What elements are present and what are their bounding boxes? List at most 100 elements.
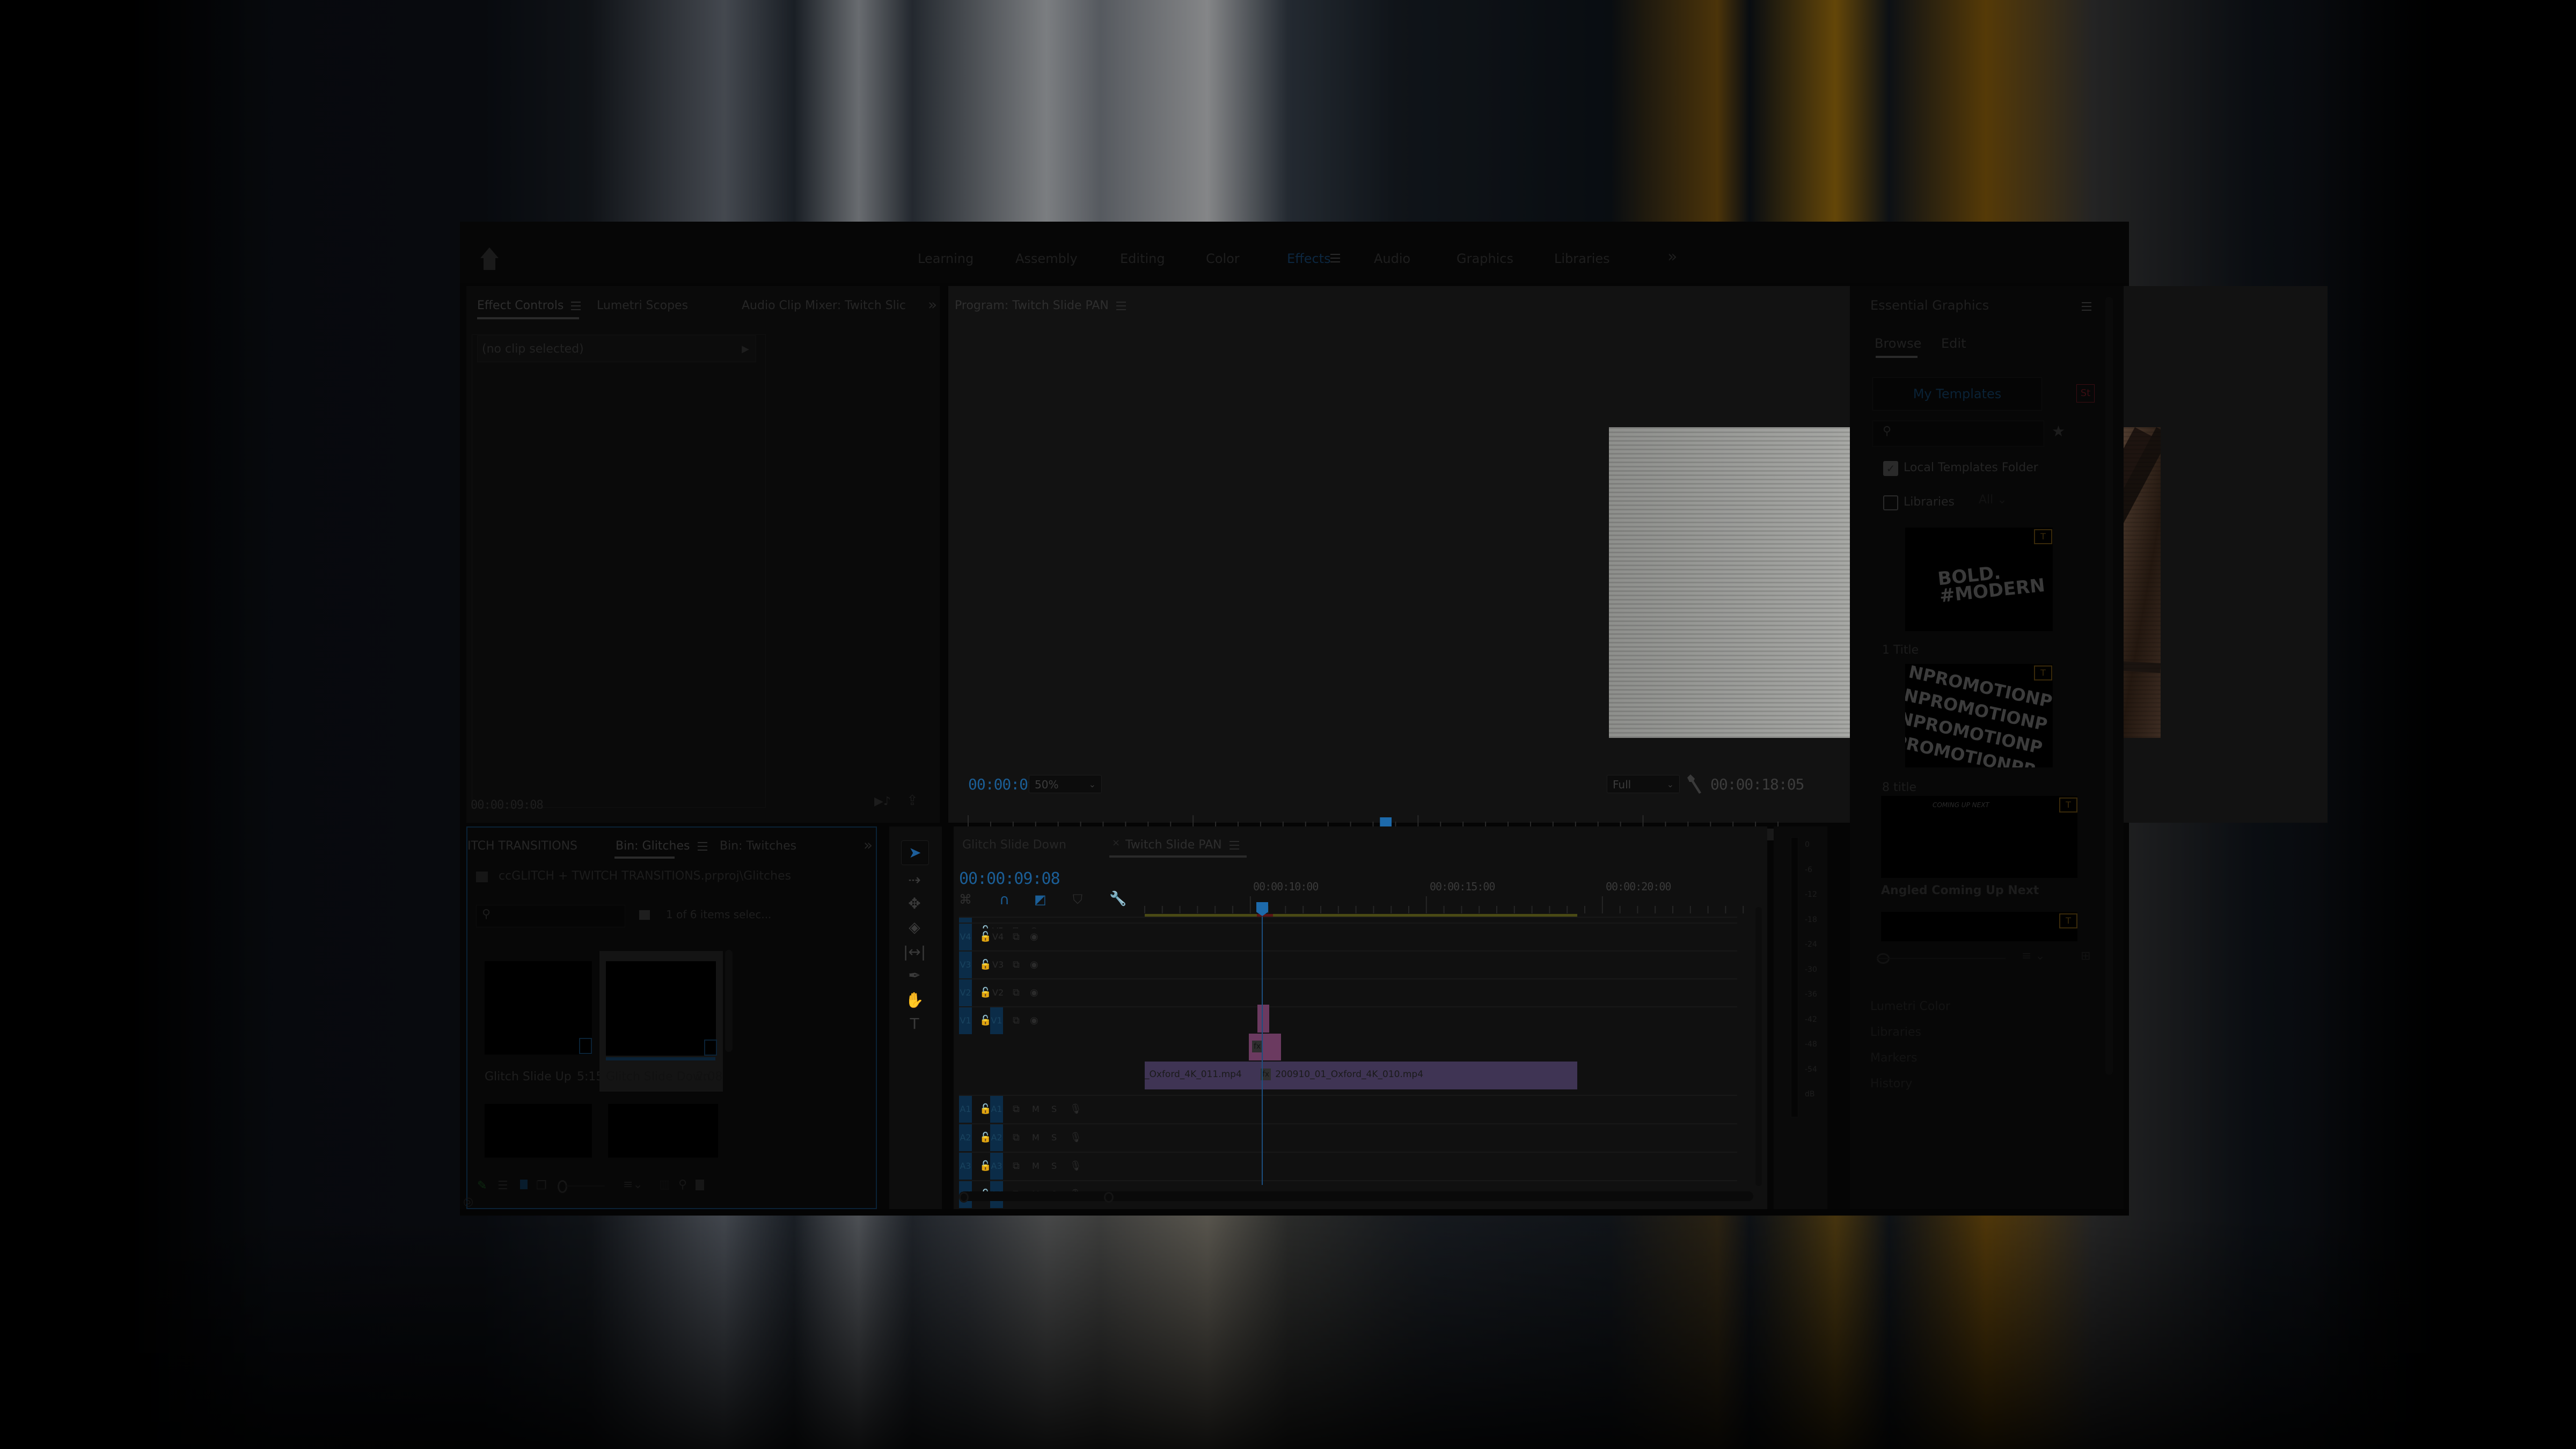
panel-menu-icon[interactable] [697,842,707,851]
source-patch-v3[interactable]: V3 [959,952,972,978]
sync-lock-icon[interactable]: ⧉ [1013,924,1020,950]
bin-scrollbar[interactable] [725,950,733,1052]
mute-button[interactable]: M [1032,1096,1040,1123]
local-templates-checkbox[interactable]: ✓ [1883,461,1898,476]
panel-menu-icon[interactable] [2082,302,2091,311]
solo-button[interactable]: S [1051,1124,1057,1151]
solo-button[interactable]: S [1051,1153,1057,1180]
play-audio-icon[interactable]: ▶♪ [874,795,891,808]
tab-effect-controls[interactable]: Effect Controls [477,299,581,312]
settings-wrench-icon[interactable] [1687,773,1702,795]
toggle-output-eye-icon[interactable]: ◉ [1030,1007,1038,1034]
track-target-v4[interactable]: V4 [992,924,1004,950]
panel-menu-icon[interactable] [1229,841,1239,850]
selection-tool[interactable]: ➤ [901,840,929,865]
workspace-graphics[interactable]: Graphics [1457,251,1513,266]
resolution-dropdown[interactable]: Full ⌄ [1607,775,1680,793]
type-tool[interactable]: T [901,1012,928,1036]
template-thumbnail[interactable]: COMING UP NEXT T [1881,796,2077,878]
list-view-icon[interactable]: ☰ [497,1179,508,1192]
clip-v1-right[interactable]: fx 200910_01_Oxford_4K_010.mp4 [1257,1062,1577,1089]
zoom-slider-track[interactable] [566,1185,605,1187]
timeline-timecode[interactable]: 00:00:09:08 [959,869,1060,888]
more-tabs-icon[interactable]: » [928,296,937,313]
tab-lumetri-scopes[interactable]: Lumetri Scopes [597,299,688,312]
my-templates-button[interactable]: My Templates [1872,377,2042,411]
timeline-horizontal-scrollbar[interactable] [959,1191,1753,1203]
source-patch-v1[interactable]: V1 [959,1007,972,1034]
bin-item-selected[interactable]: Glitch Slide Down 2:08 [599,951,723,1092]
creative-cloud-icon[interactable]: ◎ [463,1195,473,1209]
sync-lock-icon[interactable]: ⧉ [1013,1007,1020,1034]
razor-tool[interactable]: ◈ [901,916,928,939]
workspace-editing[interactable]: Editing [1120,251,1165,266]
workspace-menu-icon[interactable] [1330,254,1340,262]
parent-bin-icon[interactable] [476,872,488,882]
workspace-learning[interactable]: Learning [918,251,974,266]
sync-lock-icon[interactable]: ⧉ [1013,1124,1020,1151]
scroll-handle-left[interactable] [959,1192,969,1203]
favorites-star-icon[interactable]: ★ [2052,422,2065,440]
item-scrub-bar[interactable] [606,1057,715,1060]
template-thumbnail[interactable]: NPROMOTIONP NPROMOTIONP NPROMOTIONP PROMOTI… [1905,664,2053,767]
bin-item-thumbnail[interactable] [608,1104,718,1158]
hand-tool[interactable]: ✋ [901,989,928,1012]
thumbnail-size-slider[interactable] [1877,958,2006,959]
write-protect-icon[interactable]: ✎ [477,1179,487,1192]
find-icon[interactable] [639,910,650,920]
close-tab-icon[interactable]: × [1112,837,1120,848]
scroll-handle-right[interactable] [1104,1192,1114,1203]
solo-button[interactable]: S [1051,1096,1057,1123]
pen-tool[interactable]: ✒ [901,964,928,987]
track-target-a1[interactable]: A1 [990,1096,1003,1123]
voice-over-record-icon[interactable]: 🎙 [1070,1096,1082,1123]
panel-history[interactable]: History [1870,1077,1912,1091]
tab-project[interactable]: ITCH TRANSITIONS [467,839,577,853]
freeform-view-icon[interactable]: ❐ [536,1179,547,1192]
lock-icon[interactable]: 🔓 [979,979,991,1006]
sync-lock-icon[interactable]: ⧉ [1013,979,1020,1006]
workspace-assembly[interactable]: Assembly [1015,251,1078,266]
sync-lock-icon[interactable]: ⧉ [1013,952,1020,978]
more-workspaces-icon[interactable]: » [1667,247,1677,266]
mute-button[interactable]: M [1032,1153,1040,1180]
sort-icons-icon[interactable]: ≡⌄ [623,1178,643,1191]
track-target-v2[interactable]: V2 [992,979,1004,1006]
home-icon[interactable] [480,247,499,270]
sync-lock-icon[interactable]: ⧉ [1013,1153,1020,1180]
find-button-icon[interactable]: ⚲ [678,1178,687,1191]
bin-search-input[interactable]: ⚲ [476,905,625,927]
zoom-level-dropdown[interactable]: 50% ⌄ [1029,775,1102,793]
template-search-input[interactable]: ⚲ [1872,421,2044,447]
toggle-output-eye-icon[interactable]: ◉ [1030,952,1038,978]
clip-v1-left[interactable]: _Oxford_4K_011.mp4 [1145,1062,1257,1089]
panel-markers[interactable]: Markers [1870,1051,1918,1065]
tab-edit[interactable]: Edit [1941,336,1966,351]
source-patch-v4[interactable]: V4 [959,924,972,950]
source-patch-a3[interactable]: A3 [959,1153,972,1180]
source-patch-v2[interactable]: V2 [959,979,972,1006]
icon-view-icon[interactable] [520,1180,528,1189]
lock-icon[interactable]: 🔓 [979,924,991,950]
tab-sequence-glitch-slide-down[interactable]: Glitch Slide Down [962,838,1066,852]
eg-scrollbar[interactable] [2105,297,2113,1075]
sort-menu-icon[interactable]: ≡ ⌄ [2022,949,2045,963]
slip-tool[interactable]: |↔| [901,940,928,964]
track-target-a2[interactable]: A2 [990,1124,1003,1151]
tab-browse[interactable]: Browse [1875,336,1921,351]
source-patch-a1[interactable]: A1 [959,1096,972,1123]
tab-bin-twitches[interactable]: Bin: Twitches [720,839,796,853]
template-thumbnail[interactable]: T [1881,912,2077,941]
lock-icon[interactable]: 🔓 [979,952,991,978]
workspace-libraries[interactable]: Libraries [1554,251,1610,266]
export-icon[interactable]: ⇪ [906,793,918,809]
clip-v2[interactable]: fx [1249,1034,1281,1060]
clip-v3[interactable] [1257,1005,1269,1033]
workspace-audio[interactable]: Audio [1374,251,1410,266]
toggle-output-eye-icon[interactable]: ◉ [1030,924,1038,950]
ripple-edit-tool[interactable]: ✥ [901,892,928,916]
bin-item[interactable]: Glitch Slide Up 5:15 [482,951,603,1091]
bin-item-thumbnail[interactable] [485,1104,592,1158]
source-patch-a2[interactable]: A2 [959,1124,972,1151]
adobe-stock-button[interactable]: St [2076,384,2095,402]
